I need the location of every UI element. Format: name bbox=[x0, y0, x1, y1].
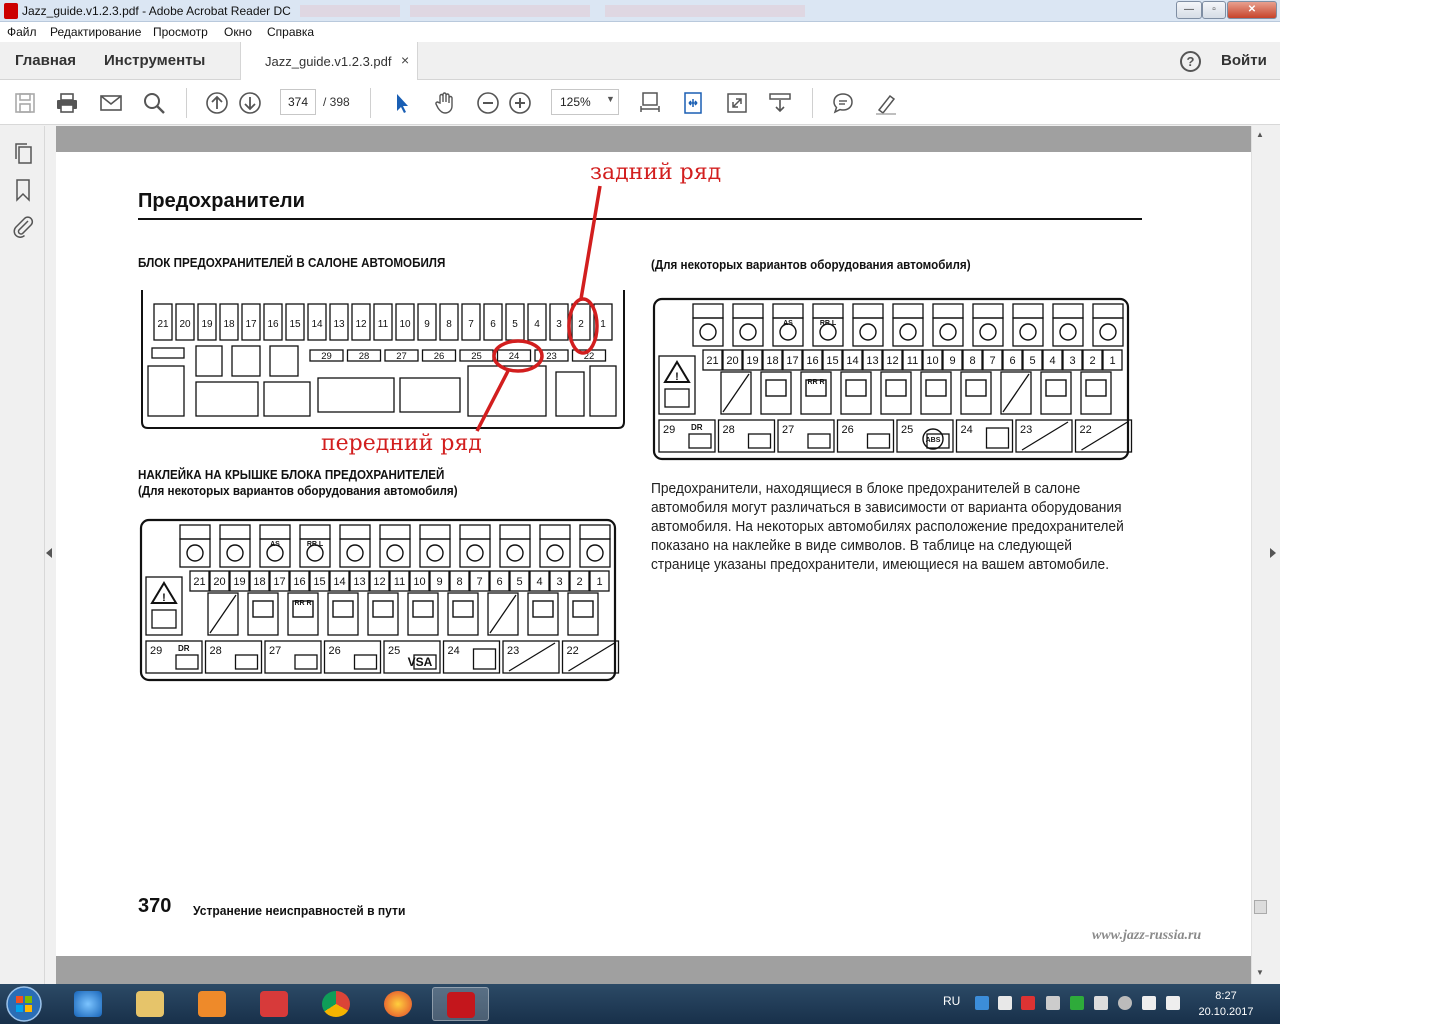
tab-home[interactable]: Главная bbox=[15, 52, 76, 69]
menu-view[interactable]: Просмотр bbox=[153, 25, 208, 39]
next-page-icon[interactable] bbox=[238, 91, 262, 115]
rear-row-annotation: задний ряд bbox=[590, 160, 722, 185]
page-number-input[interactable]: 374 bbox=[280, 89, 316, 115]
windows-start-icon[interactable] bbox=[2, 985, 46, 1023]
front-row-annotation: передний ряд bbox=[321, 431, 482, 456]
scrollbar-thumb[interactable] bbox=[1254, 900, 1267, 914]
menu-edit[interactable]: Редактирование bbox=[50, 25, 141, 39]
tray-mail-icon[interactable] bbox=[998, 996, 1012, 1010]
taskbar-chrome[interactable] bbox=[308, 987, 365, 1021]
zoom-select[interactable]: 125% ▼ bbox=[551, 89, 619, 115]
maximize-button[interactable]: ▫ bbox=[1202, 1, 1226, 19]
full-screen-icon[interactable] bbox=[725, 91, 749, 115]
menu-help[interactable]: Справка bbox=[267, 25, 314, 39]
clock-date: 20.10.2017 bbox=[1198, 1006, 1254, 1018]
attachment-icon[interactable] bbox=[11, 214, 35, 238]
zoom-out-icon[interactable] bbox=[476, 91, 500, 115]
folder-icon bbox=[136, 991, 164, 1017]
tray-network-icon[interactable] bbox=[975, 996, 989, 1010]
left-navigation-pane bbox=[0, 126, 45, 984]
acrobat-app-icon bbox=[4, 3, 18, 19]
taskbar-firefox[interactable] bbox=[370, 987, 427, 1021]
page-fit-icon[interactable] bbox=[638, 91, 662, 115]
tray-update-icon[interactable] bbox=[1118, 996, 1132, 1010]
taskbar-explorer[interactable] bbox=[122, 987, 179, 1021]
page-total: / 398 bbox=[323, 95, 350, 109]
search-icon[interactable] bbox=[142, 91, 166, 115]
tab-document-label: Jazz_guide.v1.2.3.pdf bbox=[265, 54, 392, 69]
zoom-in-icon[interactable] bbox=[508, 91, 532, 115]
comment-icon[interactable] bbox=[831, 91, 855, 115]
front-row-circle bbox=[492, 339, 544, 373]
select-cursor-icon[interactable] bbox=[390, 91, 414, 115]
zoom-value: 125% bbox=[560, 95, 591, 109]
save-icon[interactable] bbox=[13, 91, 37, 115]
expand-left-pane-icon[interactable] bbox=[46, 548, 52, 558]
firefox-icon bbox=[384, 991, 412, 1017]
red-annotation-layer bbox=[475, 185, 602, 432]
rear-row-circle bbox=[567, 297, 599, 355]
hand-tool-icon[interactable] bbox=[433, 91, 457, 115]
bookmark-icon[interactable] bbox=[11, 178, 35, 202]
email-icon[interactable] bbox=[99, 91, 123, 115]
windows-taskbar: RU 8:27 20.10.2017 bbox=[0, 984, 1280, 1024]
menu-file[interactable]: Файл bbox=[7, 25, 37, 39]
previous-page-icon[interactable] bbox=[205, 91, 229, 115]
background-tab-ghost bbox=[300, 5, 400, 17]
menu-window[interactable]: Окно bbox=[224, 25, 252, 39]
action-center-flag-icon[interactable] bbox=[1166, 996, 1180, 1010]
taskbar-mail[interactable] bbox=[246, 987, 303, 1021]
scroll-up-icon[interactable]: ▲ bbox=[1256, 130, 1264, 139]
ie-icon bbox=[74, 991, 102, 1017]
acrobat-icon bbox=[447, 992, 475, 1018]
print-icon[interactable] bbox=[55, 91, 79, 115]
close-window-button[interactable]: ✕ bbox=[1227, 1, 1277, 19]
system-clock[interactable]: 8:27 20.10.2017 bbox=[1196, 988, 1256, 1020]
tray-screen-icon[interactable] bbox=[1094, 996, 1108, 1010]
vertical-scrollbar[interactable]: ▲ ▼ bbox=[1251, 126, 1268, 984]
toolbar-separator bbox=[812, 88, 813, 118]
tab-tools[interactable]: Инструменты bbox=[104, 52, 205, 69]
front-row-pointer bbox=[475, 370, 510, 432]
rear-row-pointer bbox=[579, 185, 602, 300]
tab-bar: Главная Инструменты bbox=[0, 42, 1280, 80]
media-player-icon bbox=[198, 991, 226, 1017]
fit-width-icon[interactable] bbox=[681, 91, 705, 115]
chrome-icon bbox=[322, 991, 350, 1017]
scroll-mode-icon[interactable] bbox=[768, 91, 792, 115]
acrobat-window: Jazz_guide.v1.2.3.pdf - Adobe Acrobat Re… bbox=[0, 0, 1280, 1024]
document-viewer: Предохранители БЛОК ПРЕДОХРАНИТЕЛЕЙ В СА… bbox=[56, 126, 1251, 984]
volume-icon[interactable] bbox=[1142, 996, 1156, 1010]
taskbar-media[interactable] bbox=[184, 987, 241, 1021]
chevron-down-icon: ▼ bbox=[606, 94, 615, 104]
toolbar-separator bbox=[370, 88, 371, 118]
toolbar-separator bbox=[186, 88, 187, 118]
tray-security-icon[interactable] bbox=[1070, 996, 1084, 1010]
highlight-pen-icon[interactable] bbox=[874, 91, 898, 115]
tray-device-icon[interactable] bbox=[1046, 996, 1060, 1010]
help-icon[interactable]: ? bbox=[1180, 51, 1201, 72]
background-tab-ghost bbox=[605, 5, 805, 17]
taskbar-acrobat[interactable] bbox=[432, 987, 489, 1021]
background-tab-ghost bbox=[410, 5, 590, 17]
toolbar bbox=[0, 80, 1280, 125]
window-title: Jazz_guide.v1.2.3.pdf - Adobe Acrobat Re… bbox=[22, 4, 291, 18]
pages-thumbnails-icon[interactable] bbox=[11, 142, 35, 166]
language-indicator[interactable]: RU bbox=[943, 994, 960, 1008]
pdf-page: Предохранители БЛОК ПРЕДОХРАНИТЕЛЕЙ В СА… bbox=[56, 152, 1251, 956]
menu-bar: Файл Редактирование Просмотр Окно Справк… bbox=[0, 22, 1280, 42]
sign-in-button[interactable]: Войти bbox=[1221, 52, 1267, 69]
mail-icon bbox=[260, 991, 288, 1017]
tray-app-icon[interactable] bbox=[1021, 996, 1035, 1010]
expand-right-pane-icon[interactable] bbox=[1270, 548, 1276, 558]
title-bar: Jazz_guide.v1.2.3.pdf - Adobe Acrobat Re… bbox=[0, 0, 1280, 22]
scroll-down-icon[interactable]: ▼ bbox=[1256, 968, 1264, 977]
tab-document[interactable]: Jazz_guide.v1.2.3.pdf × bbox=[240, 42, 418, 80]
minimize-button[interactable]: — bbox=[1176, 1, 1202, 19]
taskbar-ie[interactable] bbox=[60, 987, 117, 1021]
close-tab-icon[interactable]: × bbox=[401, 52, 409, 68]
clock-time: 8:27 bbox=[1215, 990, 1237, 1002]
